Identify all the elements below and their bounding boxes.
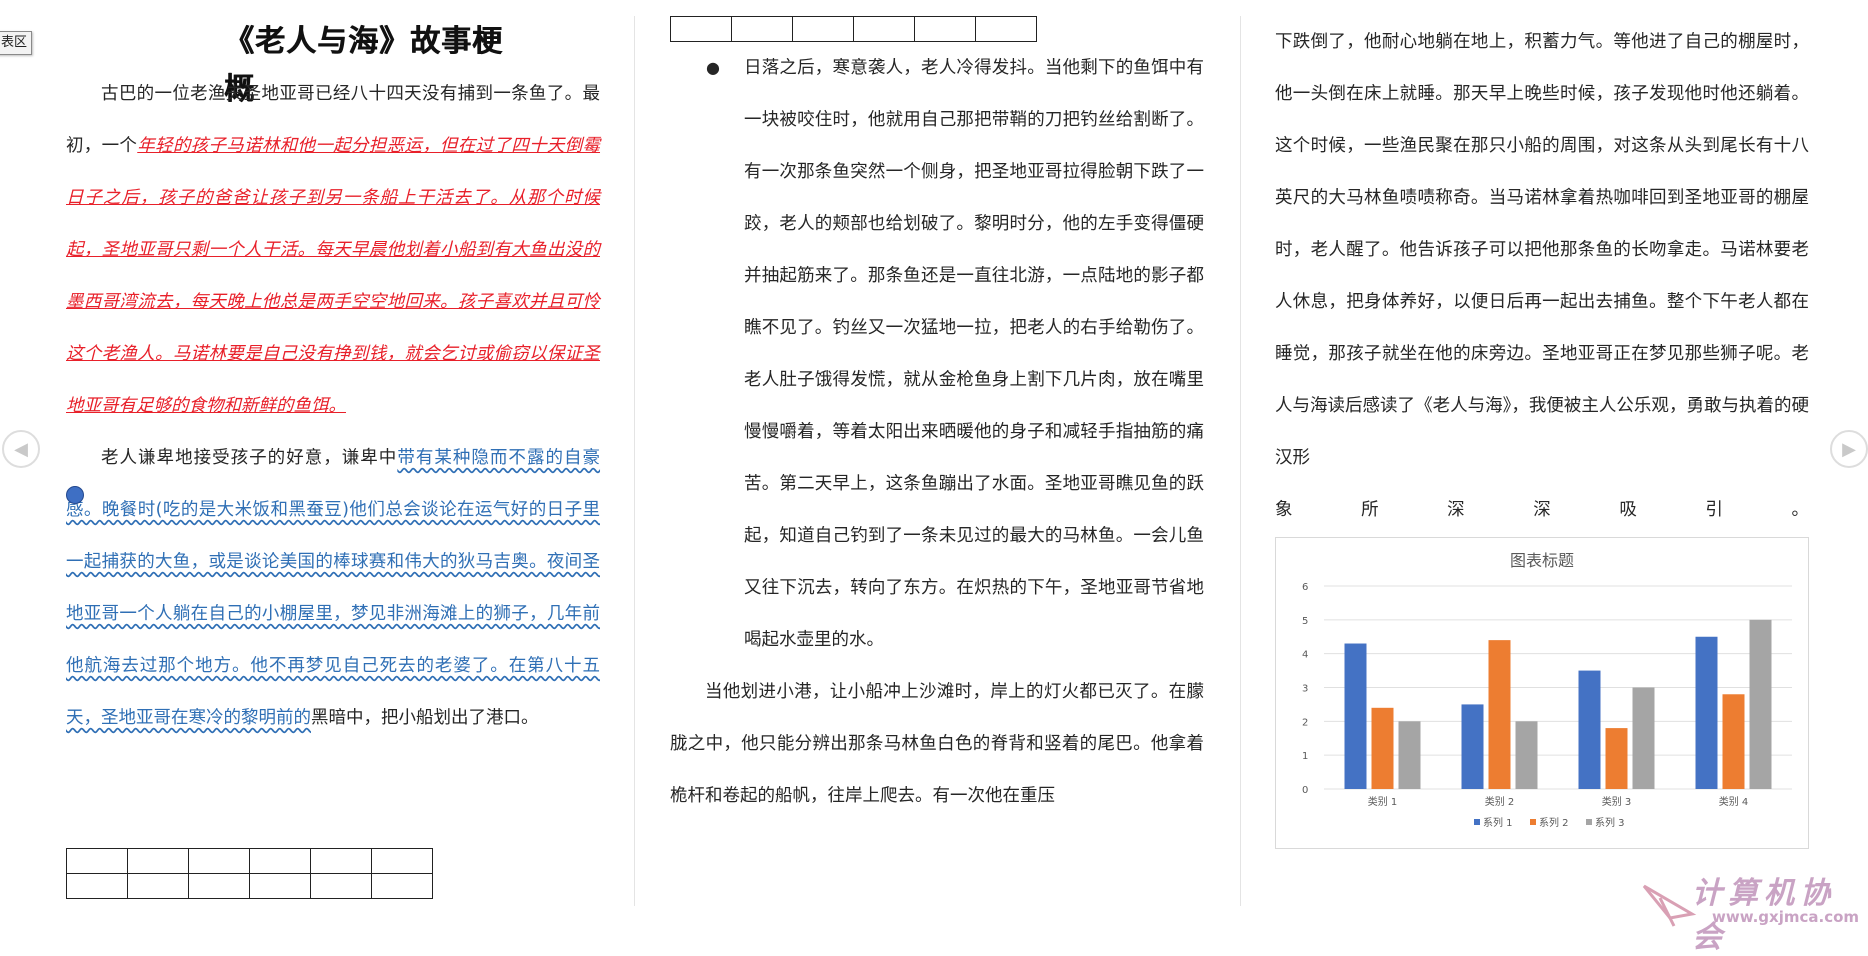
- bar[interactable]: [1461, 704, 1484, 789]
- paragraph-1: 古巴的一位老渔夫圣地亚哥已经八十四天没有捕到一条鱼了。最初，一个年轻的孩子马诺林…: [66, 68, 600, 432]
- bar[interactable]: [1488, 640, 1511, 789]
- y-tick-label: 2: [1302, 717, 1308, 728]
- column-3: 下跌倒了，他耐心地躺在地上，积蓄力气。等他进了自己的棚屋时，他一头倒在床上就睡。…: [1275, 16, 1809, 536]
- side-tab[interactable]: 表区: [0, 31, 33, 55]
- column-2: ● 日落之后，寒意袭人，老人冷得发抖。当他剩下的鱼饵中有一块被咬住时，他就用自己…: [670, 42, 1204, 822]
- paragraph-2-end: 黑暗中，把小船划出了港口。: [311, 708, 539, 728]
- paragraph-2-highlight: 带有某种隐而不露的自豪感。晚餐时(吃的是大米饭和黑蚕豆)他们总会谈论在运气好的日…: [66, 448, 601, 728]
- bar[interactable]: [1722, 694, 1745, 789]
- legend-label: 系列 2: [1539, 816, 1569, 829]
- paragraph-2-text: 老人谦卑地接受孩子的好意，谦卑中: [101, 448, 398, 468]
- prev-page-arrow-icon[interactable]: ◀: [2, 430, 40, 468]
- bar[interactable]: [1371, 707, 1394, 789]
- legend-swatch: [1474, 819, 1480, 825]
- y-tick-label: 0: [1302, 785, 1308, 796]
- x-tick-label: 类别 4: [1719, 795, 1749, 808]
- paragraph-1-highlight: 年轻的孩子马诺林和他一起分担恶运，但在过了四十天倒霉日子之后，孩子的爸爸让孩子到…: [66, 136, 601, 416]
- column-separator: [634, 16, 635, 906]
- comment-icon[interactable]: [66, 486, 84, 504]
- bullet-text: 日落之后，寒意袭人，老人冷得发抖。当他剩下的鱼饵中有一块被咬住时，他就用自己那把…: [744, 58, 1204, 650]
- x-tick-label: 类别 1: [1368, 795, 1398, 808]
- bar[interactable]: [1344, 643, 1367, 789]
- legend-label: 系列 1: [1483, 816, 1513, 829]
- x-tick-label: 类别 3: [1602, 795, 1632, 808]
- y-tick-label: 4: [1302, 650, 1308, 661]
- paragraph-2: 老人谦卑地接受孩子的好意，谦卑中带有某种隐而不露的自豪感。晚餐时(吃的是大米饭和…: [66, 432, 600, 744]
- y-tick-label: 6: [1302, 582, 1308, 593]
- logo-icon: [1642, 884, 1697, 927]
- y-tick-label: 3: [1302, 684, 1308, 695]
- watermark: 计算机协会 www.gxjmca.com: [1640, 868, 1868, 955]
- y-tick-label: 1: [1302, 751, 1308, 762]
- chart-title: 图表标题: [1510, 551, 1574, 570]
- bar[interactable]: [1749, 619, 1772, 789]
- bullet-item: ● 日落之后，寒意袭人，老人冷得发抖。当他剩下的鱼饵中有一块被咬住时，他就用自己…: [706, 42, 1204, 666]
- paragraph-4: 下跌倒了，他耐心地躺在地上，积蓄力气。等他进了自己的棚屋时，他一头倒在床上就睡。…: [1275, 32, 1809, 468]
- column-1: 古巴的一位老渔夫圣地亚哥已经八十四天没有捕到一条鱼了。最初，一个年轻的孩子马诺林…: [66, 68, 600, 744]
- next-page-arrow-icon[interactable]: ▶: [1830, 430, 1868, 468]
- watermark-url: www.gxjmca.com: [1712, 908, 1860, 926]
- paragraph-3: 当他划进小港，让小船冲上沙滩时，岸上的灯火都已灭了。在朦胧之中，他只能分辨出那条…: [670, 682, 1204, 806]
- bar[interactable]: [1632, 687, 1655, 790]
- bar[interactable]: [1515, 721, 1538, 789]
- legend-swatch: [1586, 819, 1592, 825]
- bar[interactable]: [1578, 670, 1601, 789]
- bar[interactable]: [1695, 636, 1718, 789]
- paragraph-4-end: 象所深深吸引。: [1275, 500, 1809, 520]
- x-tick-label: 类别 2: [1485, 795, 1515, 808]
- chart-svg: 图表标题 0 1 2 3 4 5 6 类别 1 类别 2 类别 3 类别 4 系列 1 系列 2 系列 …: [1302, 551, 1792, 829]
- chart[interactable]: 图表标题 0 1 2 3 4 5 6 类别 1 类别 2 类别 3 类别 4 系列 1 系列 2 系列 …: [1275, 537, 1809, 849]
- legend-label: 系列 3: [1595, 816, 1625, 829]
- y-tick-label: 5: [1302, 616, 1308, 627]
- empty-table-2[interactable]: [670, 16, 1037, 42]
- column-separator: [1240, 16, 1241, 906]
- bullet-icon: ●: [706, 58, 720, 77]
- bar[interactable]: [1605, 728, 1628, 789]
- empty-table-1[interactable]: [66, 848, 433, 899]
- bar[interactable]: [1398, 721, 1421, 789]
- legend-swatch: [1530, 819, 1536, 825]
